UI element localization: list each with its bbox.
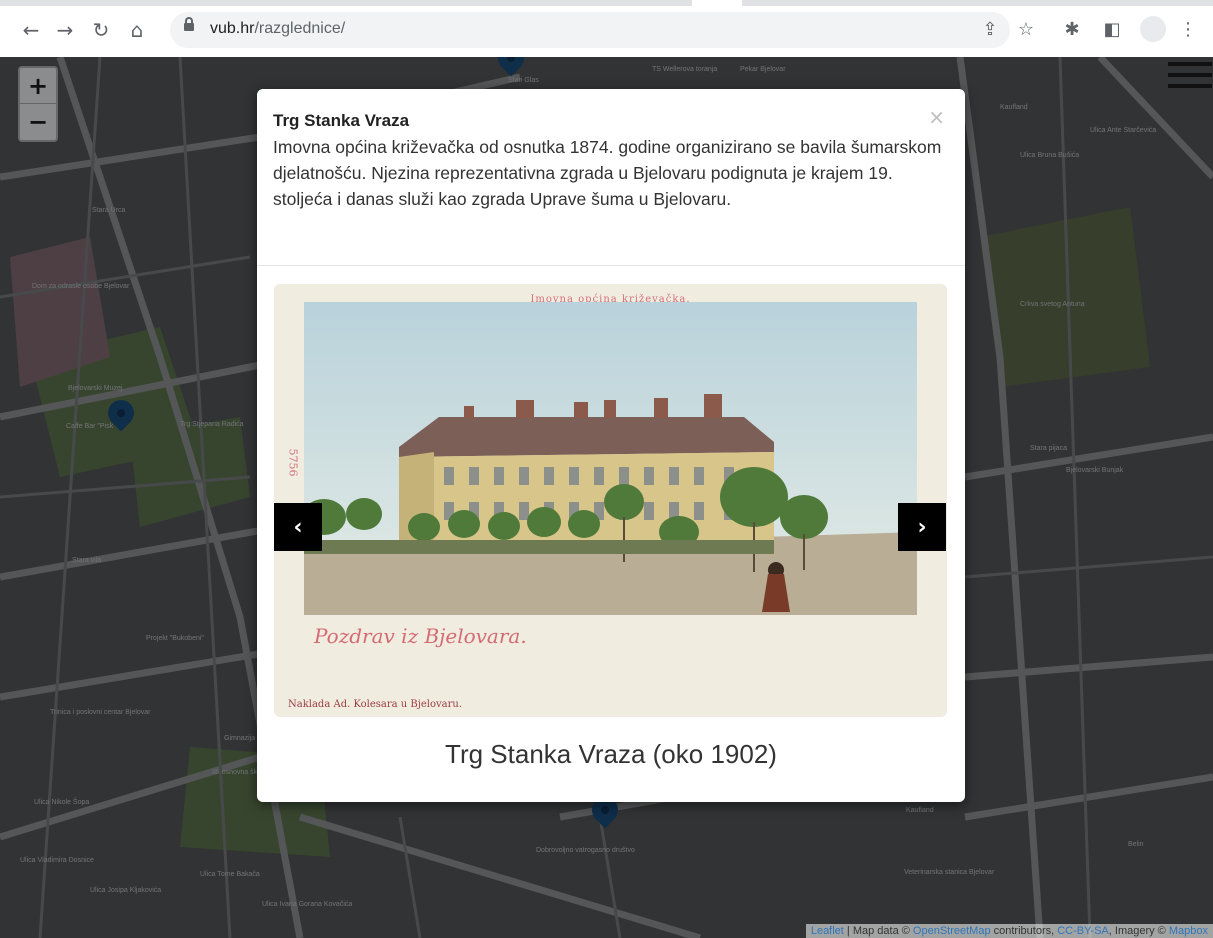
postcard-greeting: Pozdrav iz Bjelovara. <box>314 624 527 648</box>
postcard-number: 5756 <box>286 448 300 477</box>
attribution-text: contributors, <box>990 925 1058 937</box>
share-icon[interactable]: ⇪ <box>978 17 1002 41</box>
puzzle-icon[interactable]: ✱ <box>1060 17 1084 41</box>
address-bar[interactable]: vub.hr/razglednice/ <box>170 12 1010 48</box>
modal-description: Imovna općina križevačka od osnutka 1874… <box>273 137 942 209</box>
star-icon[interactable]: ☆ <box>1014 17 1038 41</box>
postcard-publisher: Naklada Ad. Kolesara u Bjelovaru. <box>288 699 463 710</box>
postcard-modal: Trg Stanka Vraza × Imovna općina križeva… <box>257 89 965 802</box>
home-icon[interactable]: ⌂ <box>124 17 150 43</box>
side-panel-icon[interactable]: ◧ <box>1100 17 1124 41</box>
avatar[interactable] <box>1140 16 1166 42</box>
attribution-text: | Map data © <box>843 925 913 937</box>
previous-slide-button[interactable]: ‹ <box>274 503 322 551</box>
divider <box>257 265 965 266</box>
zoom-control: + − <box>18 66 58 142</box>
back-icon[interactable]: ← <box>18 17 44 43</box>
next-slide-button[interactable]: › <box>898 503 946 551</box>
modal-title: Trg Stanka Vraza <box>273 111 410 130</box>
osm-link[interactable]: OpenStreetMap <box>913 925 991 937</box>
license-link[interactable]: CC-BY-SA <box>1057 925 1109 937</box>
slide-caption: Trg Stanka Vraza (oko 1902) <box>445 739 777 769</box>
close-icon[interactable]: × <box>928 105 945 129</box>
lock-icon[interactable] <box>184 17 194 31</box>
forward-icon[interactable]: → <box>52 17 78 43</box>
attribution-text: , Imagery © <box>1108 925 1169 937</box>
tab-strip <box>0 0 1213 6</box>
leaflet-link[interactable]: Leaflet <box>811 925 844 937</box>
postcard-image: Imovna općina križevačka. 5756 Pozdrav i… <box>274 284 947 717</box>
active-tab[interactable] <box>692 0 742 6</box>
postcard-photo <box>304 302 917 615</box>
postcard-illustration <box>304 302 917 615</box>
reload-icon[interactable]: ↻ <box>88 17 114 43</box>
zoom-out-button[interactable]: − <box>20 104 56 139</box>
url-text[interactable]: vub.hr/razglednice/ <box>210 20 345 38</box>
map-attribution: Leaflet | Map data © OpenStreetMap contr… <box>805 924 1213 938</box>
zoom-in-button[interactable]: + <box>20 68 56 103</box>
mapbox-link[interactable]: Mapbox <box>1169 925 1208 937</box>
kebab-menu-icon[interactable]: ⋮ <box>1176 17 1200 41</box>
browser-toolbar: ← → ↻ ⌂ vub.hr/razglednice/ ⇪ ☆ ✱ ◧ ⋮ <box>0 0 1213 58</box>
hamburger-menu-icon[interactable] <box>1168 62 1212 92</box>
